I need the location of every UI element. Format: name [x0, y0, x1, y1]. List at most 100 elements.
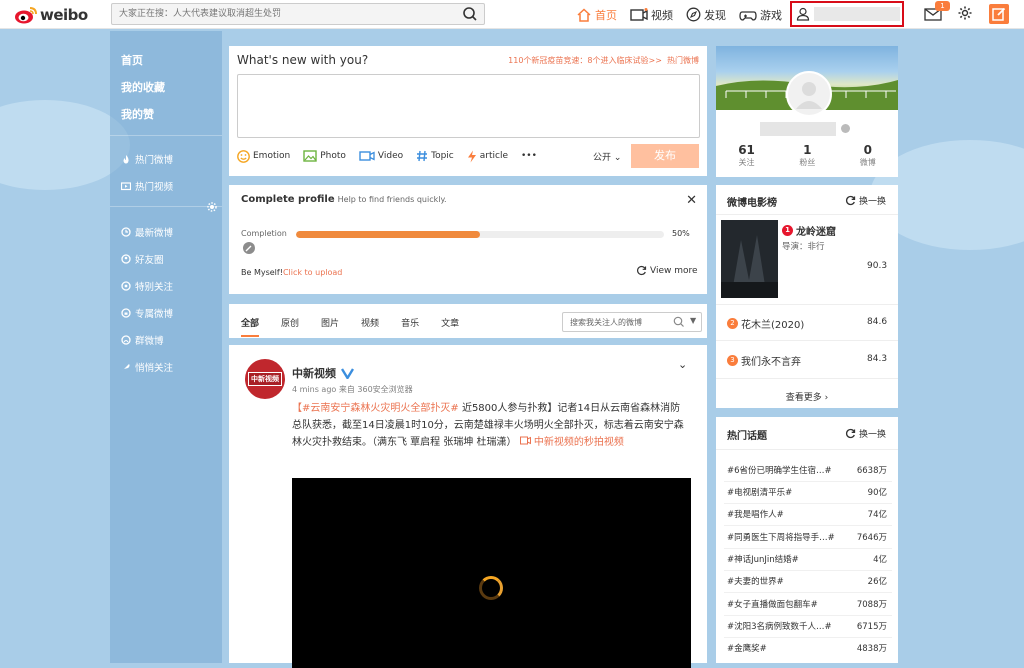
sidebar-item-special-follow[interactable]: 特别关注	[121, 279, 173, 293]
post-author-avatar[interactable]: 中新视频	[245, 359, 285, 399]
feather-icon	[122, 364, 130, 371]
gamepad-icon	[739, 10, 757, 21]
hot-weibo-link[interactable]: 热门微博	[667, 56, 699, 65]
sidebar-item-groups[interactable]: 群微博	[121, 333, 164, 347]
video-link-icon	[519, 436, 531, 445]
tab-original[interactable]: 原创	[281, 316, 299, 337]
topics-refresh-button[interactable]: 换一换	[845, 427, 886, 440]
tab-articles[interactable]: 文章	[441, 316, 459, 337]
topic-item[interactable]: #夫妻的世界# 26亿	[727, 575, 887, 587]
search-icon[interactable]	[462, 6, 478, 22]
nav-video[interactable]: 视频	[630, 7, 673, 23]
click-to-upload-link[interactable]: Click to upload	[283, 268, 342, 277]
rank-badge: 3	[727, 355, 738, 366]
divider	[716, 449, 898, 450]
photo-button[interactable]: Photo	[303, 150, 346, 162]
upload-prompt: Be Myself!Click to upload	[241, 268, 343, 277]
topic-item[interactable]: #女子直播做面包翻车# 7088万	[727, 598, 887, 610]
topic-button[interactable]: Topic	[416, 150, 454, 162]
sidebar-item-favorites[interactable]: 我的收藏	[121, 79, 165, 95]
tab-video[interactable]: 视频	[361, 316, 379, 337]
movie-item-3[interactable]: 3 我们永不言弃	[727, 353, 801, 368]
video-player[interactable]	[292, 478, 691, 668]
left-sidebar	[110, 31, 222, 663]
logo-text: weibo	[40, 6, 88, 24]
movie-item-2[interactable]: 2 花木兰(2020)	[727, 316, 804, 331]
nav-home-label: 首页	[595, 8, 617, 22]
see-more-movies-link[interactable]: 查看更多 ›	[716, 390, 898, 403]
movie-ranking-title: 微博电影榜	[727, 198, 777, 209]
sidebar-item-hot-weibo[interactable]: 热门微博	[121, 152, 173, 166]
nav-home[interactable]: 首页	[576, 7, 617, 23]
stat-followers[interactable]: 1 粉丝	[799, 143, 815, 168]
movie-refresh-button[interactable]: 换一换	[845, 194, 886, 207]
topic-item[interactable]: #电视剧清平乐# 90亿	[727, 486, 887, 498]
nav-games[interactable]: 游戏	[739, 7, 782, 23]
video-source-link[interactable]: 中新视频的秒拍视频	[534, 437, 624, 448]
tab-all[interactable]: 全部	[241, 316, 260, 337]
tab-images[interactable]: 图片	[321, 316, 339, 337]
view-more-button[interactable]: View more	[636, 265, 698, 276]
pencil-icon[interactable]	[243, 242, 255, 254]
tab-music[interactable]: 音乐	[401, 316, 419, 337]
sidebar-settings-icon[interactable]	[207, 202, 217, 212]
post-author-name[interactable]: 中新视频	[292, 365, 354, 381]
sidebar-item-exclusive[interactable]: 专属微博	[121, 306, 173, 320]
stat-following[interactable]: 61 关注	[738, 143, 755, 168]
avatar-text: 中新视频	[248, 372, 282, 386]
topic-item[interactable]: #神话JunJin结婚# 4亿	[727, 553, 887, 565]
publisher-toolbar: Emotion Photo Video Topic article •••	[237, 149, 550, 163]
sidebar-item-hot-video[interactable]: 热门视频	[121, 179, 173, 193]
sidebar-item-secret-follow[interactable]: 悄悄关注	[121, 360, 173, 374]
post-hashtag[interactable]: 【#云南安宁森林火灾明火全部扑灭#	[292, 403, 459, 414]
rank-badge: 2	[727, 318, 738, 329]
close-icon[interactable]: ✕	[686, 193, 697, 208]
chevron-down-icon[interactable]: ⌄	[678, 358, 687, 371]
complete-profile-panel: Complete profile Help to find friends qui…	[229, 185, 707, 294]
nav-discover[interactable]: 发现	[686, 7, 726, 23]
search-input[interactable]	[112, 4, 442, 24]
completion-progress-fill	[296, 231, 480, 238]
movie-ranking-panel: 微博电影榜 换一换 1 龙岭迷窟 导演：非行 90.3 2 花木兰(2020) 84…	[716, 185, 898, 408]
sidebar-item-likes[interactable]: 我的赞	[121, 106, 154, 122]
topic-item[interactable]: #我是唱作人# 74亿	[727, 508, 887, 520]
video-camera-icon	[359, 151, 375, 161]
sidebar-item-friends[interactable]: 好友圈	[121, 252, 164, 266]
sidebar-item-home[interactable]: 首页	[121, 52, 143, 68]
topic-item[interactable]: #6省份已明确学生住宿…# 6638万	[727, 464, 887, 476]
movie-poster[interactable]	[721, 220, 778, 298]
sidebar-item-latest[interactable]: 最新微博	[121, 225, 173, 239]
movie-item-1[interactable]: 1 龙岭迷窟	[782, 223, 836, 238]
topic-item[interactable]: #金鹰奖# 4838万	[727, 642, 887, 654]
video-icon	[630, 7, 648, 21]
video-button[interactable]: Video	[359, 150, 403, 162]
publisher-textarea[interactable]	[237, 74, 700, 138]
publisher-panel: What's new with you? 110个新冠疫苗竞速：8个进入临床试验…	[229, 46, 707, 176]
divider	[716, 378, 898, 379]
photo-icon	[303, 150, 317, 162]
completion-progress-bar	[296, 231, 664, 238]
more-tools-button[interactable]: •••	[521, 151, 537, 161]
weibo-logo[interactable]: weibo	[14, 5, 88, 25]
mail-badge: 1	[935, 1, 950, 11]
feed-tabs: 全部 原创 图片 视频 音乐 文章	[241, 316, 481, 337]
home-icon	[577, 7, 591, 22]
search-icon[interactable]	[673, 316, 685, 328]
profile-username-redacted[interactable]	[760, 122, 836, 136]
dropdown-caret-icon[interactable]: ▼	[690, 316, 696, 325]
compose-button[interactable]	[989, 4, 1009, 24]
publish-button[interactable]: 发布	[631, 144, 699, 168]
user-account-box[interactable]	[790, 1, 904, 27]
visibility-dropdown[interactable]: 公开 ⌄	[593, 150, 621, 163]
complete-profile-subtitle: Help to find friends quickly.	[337, 195, 447, 204]
topic-item[interactable]: #沈阳3名病例致数千人…# 6715万	[727, 620, 887, 632]
publisher-hot-topic[interactable]: 110个新冠疫苗竞速：8个进入临床试验>> 热门微博	[508, 55, 699, 66]
topic-item[interactable]: #同勇医生下周将指导手…# 7646万	[727, 531, 887, 543]
article-button[interactable]: article	[467, 150, 508, 163]
profile-avatar[interactable]	[786, 71, 832, 117]
stat-posts[interactable]: 0 微博	[860, 143, 876, 168]
emotion-button[interactable]: Emotion	[237, 149, 290, 163]
feed-search-input[interactable]: 搜索我关注人的微博 ▼	[562, 312, 702, 332]
gear-icon[interactable]	[957, 5, 973, 21]
divider	[724, 570, 892, 571]
